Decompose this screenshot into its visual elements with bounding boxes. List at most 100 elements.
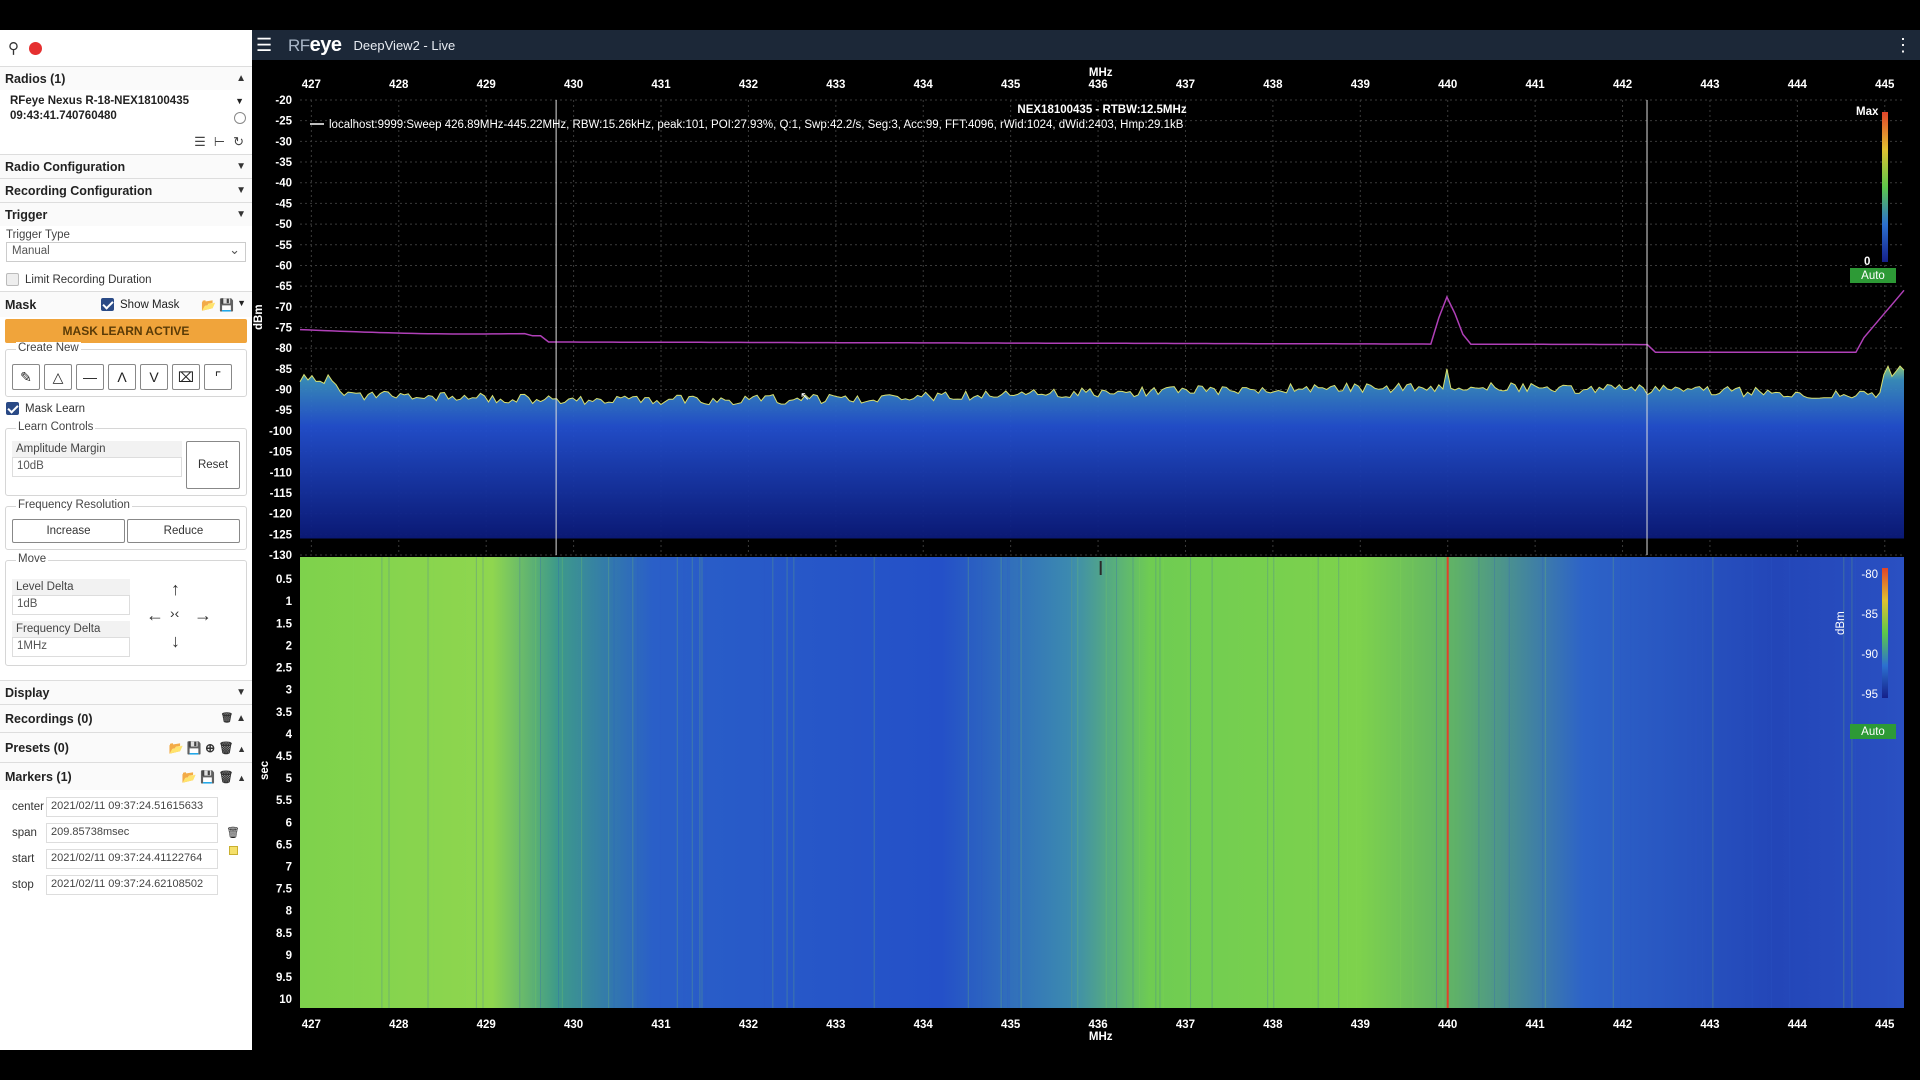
mask-label: Mask — [5, 298, 101, 312]
recording-configuration-header[interactable]: Recording Configuration ▼ — [0, 178, 252, 202]
open-folder-icon[interactable]: 📂 — [182, 770, 197, 784]
expand-icon[interactable]: ▼ — [237, 298, 246, 312]
freq-tick-bottom: 436 — [1088, 1019, 1107, 1031]
freq-tick-bottom: 434 — [914, 1019, 934, 1031]
collapse-icon[interactable]: ▲ — [237, 744, 246, 754]
app-header: ☰ RFeye DeepView2 - Live ⋮ — [252, 30, 1920, 60]
presets-tools: 📂 💾 ⊕ 🗑 ▲ — [169, 741, 247, 755]
highpass-icon[interactable]: ⌜ — [204, 364, 232, 390]
save-icon[interactable]: 💾 — [200, 770, 215, 784]
bandpass-icon[interactable]: Λ — [108, 364, 136, 390]
radio-entry[interactable]: RFeye Nexus R-18-NEX18100435 09:43:41.74… — [0, 90, 252, 130]
marker-field-value[interactable]: 2021/02/11 09:37:24.41122764 — [46, 849, 218, 869]
increase-button[interactable]: Increase — [12, 519, 125, 543]
trash-icon[interactable]: 🗑 — [221, 713, 234, 724]
show-mask-checkbox[interactable] — [101, 298, 114, 311]
markers-header[interactable]: Markers (1) 📂 💾 🗑 ▲ — [0, 762, 252, 790]
marker-color-swatch[interactable] — [229, 846, 238, 855]
amplitude-margin-input[interactable]: 10dB — [12, 457, 182, 477]
more-options-icon[interactable]: ⋮ — [1894, 35, 1912, 56]
frequency-delta-input[interactable]: 1MHz — [12, 637, 130, 657]
marker-field-value[interactable]: 2021/02/11 09:37:24.51615633 — [46, 797, 218, 817]
center-icon[interactable]: ›‹ — [170, 605, 179, 621]
record-button[interactable] — [29, 42, 42, 55]
show-mask-toggle[interactable]: Show Mask — [101, 298, 201, 311]
locate-icon[interactable] — [234, 112, 246, 124]
trigger-type-select[interactable]: Manual — [6, 242, 246, 262]
dbm-tick: -85 — [275, 364, 292, 376]
freq-tick-bottom: 432 — [739, 1019, 758, 1031]
dbm-tick: -55 — [275, 240, 292, 252]
mask-header[interactable]: Mask Show Mask 📂 💾 ▼ — [0, 291, 252, 317]
app-root: ⚲ Radios (1) ▲ RFeye Nexus R-18-NEX18100… — [0, 0, 1920, 1080]
pencil-icon[interactable]: ✎ — [12, 364, 40, 390]
add-icon[interactable]: ⊕ — [205, 741, 215, 755]
flat-line-icon[interactable]: — — [76, 364, 104, 390]
time-tick: 6 — [286, 817, 292, 829]
open-folder-icon[interactable]: 📂 — [169, 741, 184, 755]
radios-section-header[interactable]: Radios (1) ▲ — [0, 66, 252, 90]
open-folder-icon[interactable]: 📂 — [201, 298, 216, 312]
trash-icon[interactable]: 🗑 — [219, 741, 234, 755]
save-icon[interactable]: 💾 — [187, 741, 202, 755]
list-view-icon[interactable]: ☰ — [194, 134, 206, 150]
expand-icon[interactable]: ▼ — [236, 185, 246, 196]
radio-dropdown-icon[interactable]: ▼ — [235, 94, 244, 109]
spectrum-plot[interactable]: NEX18100435 - RTBW:12.5MHz localhost:9999… — [300, 100, 1904, 555]
expand-icon[interactable]: ▼ — [236, 209, 246, 220]
display-label: Display — [5, 686, 49, 700]
collapse-icon[interactable]: ▲ — [237, 773, 246, 783]
app-logo: RFeye — [288, 34, 342, 57]
trigger-header[interactable]: Trigger ▼ — [0, 202, 252, 226]
arrow-up-icon[interactable]: ↑ — [171, 579, 180, 600]
expand-icon[interactable]: ▼ — [236, 687, 246, 698]
save-icon[interactable]: 💾 — [219, 298, 234, 312]
spectrum-waterfall-svg[interactable]: NEX18100435 - RTBW:12.5MHz localhost:9999… — [252, 60, 1920, 1050]
marker-field-value[interactable]: 209.85738msec — [46, 823, 218, 843]
lowpass-icon[interactable]: ⌧ — [172, 364, 200, 390]
hamburger-menu-icon[interactable]: ☰ — [256, 35, 276, 56]
dbm-axis-label: dBm — [253, 304, 265, 330]
presets-header[interactable]: Presets (0) 📂 💾 ⊕ 🗑 ▲ — [0, 732, 252, 762]
limit-duration-row[interactable]: Limit Recording Duration — [0, 268, 252, 291]
freq-tick-bottom: 443 — [1700, 1019, 1719, 1031]
expand-icon[interactable]: ▼ — [236, 161, 246, 172]
presets-label: Presets (0) — [5, 741, 69, 755]
refresh-icon[interactable]: ↻ — [233, 134, 244, 150]
display-header[interactable]: Display ▼ — [0, 680, 252, 704]
trash-icon[interactable]: 🗑 — [219, 770, 234, 784]
waterfall-plot[interactable]: -80 -85 -90 -95 dBm Auto — [300, 557, 1904, 1008]
collapse-icon[interactable]: ▲ — [236, 73, 246, 84]
freq-tick-top: 432 — [739, 79, 758, 91]
radio-configuration-header[interactable]: Radio Configuration ▼ — [0, 154, 252, 178]
marker-field-value[interactable]: 2021/02/11 09:37:24.62108502 — [46, 875, 218, 895]
delete-marker-icon[interactable]: 🗑 — [226, 826, 240, 839]
logo-rf: RF — [288, 36, 310, 55]
radio-name: RFeye Nexus R-18-NEX18100435 — [10, 94, 246, 109]
arrow-left-icon[interactable]: ← — [146, 605, 164, 626]
limit-duration-checkbox[interactable] — [6, 273, 19, 286]
collapse-icon[interactable]: ▲ — [236, 713, 246, 724]
dbm-tick: -95 — [275, 405, 292, 417]
search-radio-icon[interactable]: ⚲ — [8, 39, 19, 57]
layers-icon[interactable]: △ — [44, 364, 72, 390]
freq-tick-bottom: 442 — [1613, 1019, 1632, 1031]
freq-tick-bottom: 439 — [1351, 1019, 1370, 1031]
freq-tick-bottom: 431 — [651, 1019, 671, 1031]
mask-learn-checkbox[interactable] — [6, 402, 19, 415]
notch-icon[interactable]: V — [140, 364, 168, 390]
recordings-header[interactable]: Recordings (0) 🗑 ▲ — [0, 704, 252, 732]
auto-badge-label: Auto — [1861, 726, 1885, 738]
waterfall-scale-tick: -85 — [1861, 609, 1878, 621]
reset-button[interactable]: Reset — [186, 441, 240, 489]
arrow-down-icon[interactable]: ↓ — [171, 631, 180, 652]
arrow-right-icon[interactable]: → — [194, 605, 212, 626]
limit-duration-label: Limit Recording Duration — [25, 274, 152, 286]
mask-learn-row[interactable]: Mask Learn — [0, 397, 252, 420]
time-tick: 1.5 — [276, 618, 293, 630]
reduce-button[interactable]: Reduce — [127, 519, 240, 543]
freq-tick-top: 444 — [1788, 79, 1808, 91]
tree-view-icon[interactable]: ⊢ — [214, 134, 225, 150]
freq-tick-bottom: 440 — [1438, 1019, 1457, 1031]
level-delta-input[interactable]: 1dB — [12, 595, 130, 615]
